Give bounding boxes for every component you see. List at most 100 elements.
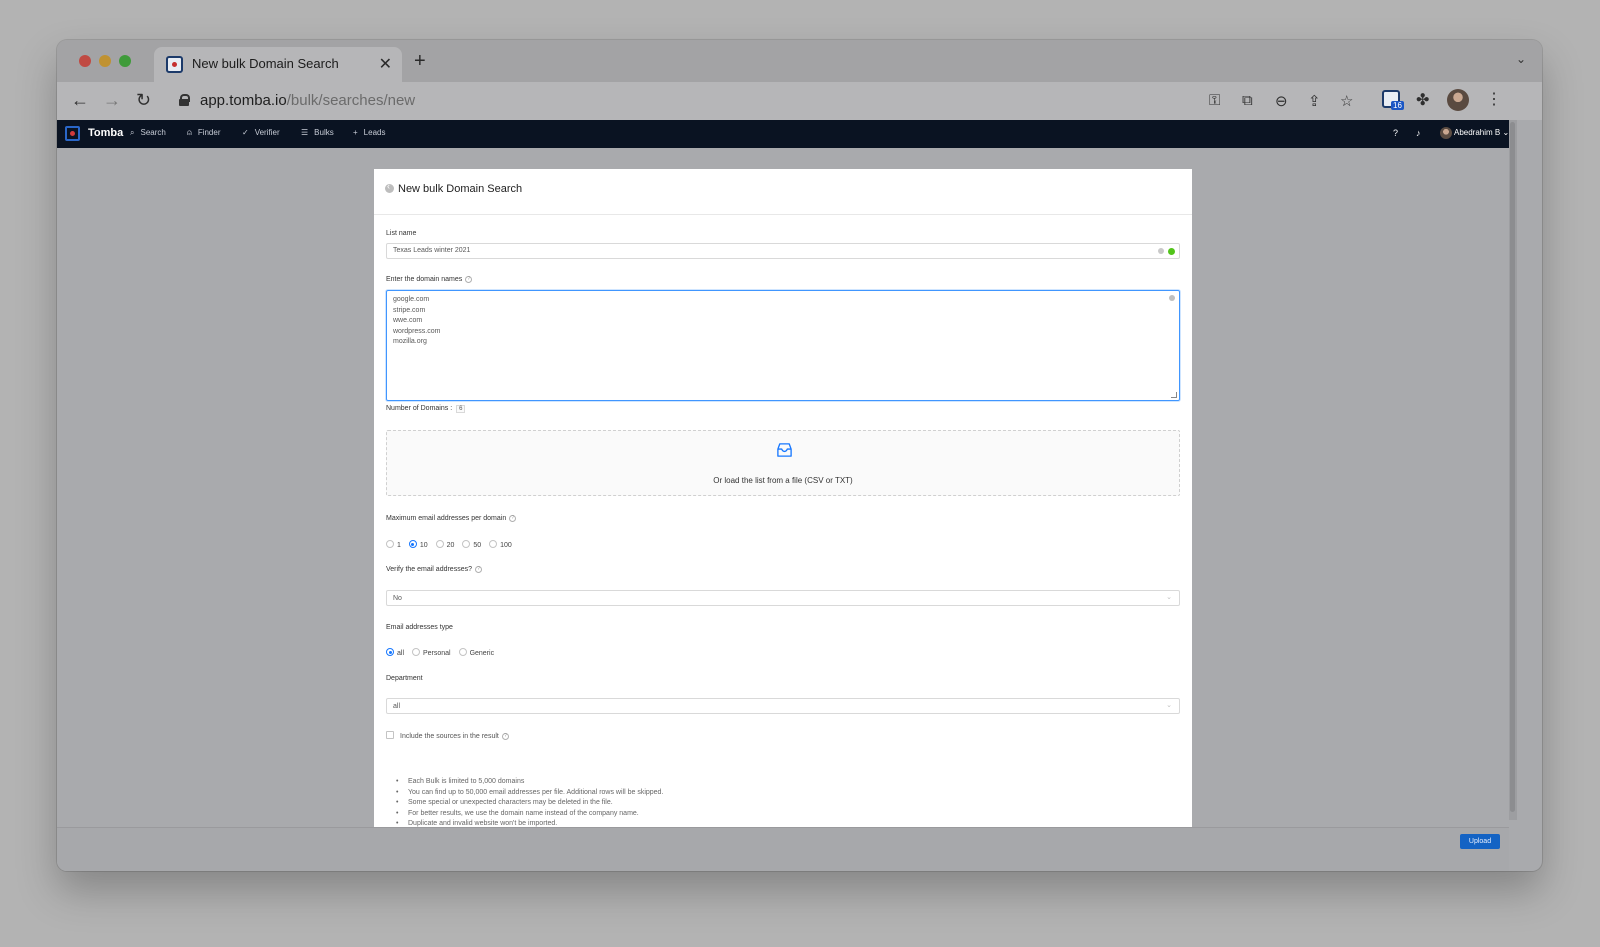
bell-icon[interactable]: ♪ [1416,128,1421,138]
nav-verifier[interactable]: ✓ Verifier [242,128,280,137]
bulk-search-form: New bulk Domain Search List name Texas L… [374,169,1192,831]
profile-avatar[interactable] [1447,89,1469,111]
browser-toolbar: ← → ↻ app.tomba.io/bulk/searches/new ⚿ ⧉… [57,82,1542,120]
tab-title: New bulk Domain Search [192,56,339,71]
list-name-input[interactable]: Texas Leads winter 2021 [386,243,1180,259]
browser-tab[interactable]: New bulk Domain Search ✕ [154,47,402,82]
domain-count-badge: 6 [456,405,466,413]
user-menu[interactable]: Abedrahim B ⌄ [1454,128,1509,137]
form-header: New bulk Domain Search [374,169,1192,215]
reload-icon[interactable]: ↻ [136,90,151,111]
clear-textarea-icon[interactable] [1169,295,1175,301]
zoom-icon[interactable]: ⊖ [1275,92,1288,110]
upload-hint: Or load the list from a file (CSV or TXT… [713,476,853,485]
verify-value: No [393,595,402,602]
extensions-puzzle-icon[interactable]: ✤ [1416,90,1429,110]
list-item: You can find up to 50,000 email addresse… [396,788,663,799]
domain-line: wwe.com [393,317,423,325]
list-name-label: List name [386,230,417,237]
address-bar[interactable]: app.tomba.io/bulk/searches/new ⚿ ⧉ ⊖ ⇪ ☆ [169,86,1364,116]
back-icon[interactable] [385,181,394,193]
info-icon[interactable]: ? [465,276,473,283]
tomba-favicon-icon [166,56,183,73]
share-icon[interactable]: ⇪ [1308,92,1321,110]
radio-all[interactable]: all [386,648,404,657]
bulk-notes-list: Each Bulk is limited to 5,000 domains Yo… [396,777,663,830]
brand-name[interactable]: Tomba [88,127,123,139]
chevron-down-icon: ⌄ [1166,594,1172,601]
domains-label: Enter the domain names? [386,276,473,283]
extension-badge: 16 [1391,101,1404,110]
tomba-extension-icon[interactable]: 16 [1382,90,1404,110]
close-tab-icon[interactable]: ✕ [379,54,392,74]
search-icon: ⌕ [130,128,135,137]
tab-strip: New bulk Domain Search ✕ + ⌄ [57,40,1542,82]
department-select[interactable]: all ⌄ [386,698,1180,714]
include-sources-checkbox[interactable]: Include the sources in the result? [386,731,509,740]
file-upload-dropzone[interactable]: Or load the list from a file (CSV or TXT… [386,430,1180,496]
check-icon: ✓ [242,128,249,137]
bookmark-star-icon[interactable]: ☆ [1340,92,1353,110]
verify-select[interactable]: No ⌄ [386,590,1180,606]
verify-label: Verify the email addresses?? [386,566,482,573]
plus-icon: + [353,128,358,137]
close-window-button[interactable] [79,55,91,67]
radio-1[interactable]: 1 [386,540,401,549]
domain-line: wordpress.com [393,327,441,335]
user-icon: ⍝ [187,128,192,137]
radio-personal[interactable]: Personal [411,648,451,657]
maximize-window-button[interactable] [119,55,131,67]
list-item: For better results, we use the domain na… [396,809,663,820]
clear-input-icon[interactable] [1158,248,1164,254]
resize-handle[interactable] [1171,392,1177,398]
info-icon[interactable]: ? [475,566,482,573]
radio-100[interactable]: 100 [489,540,512,549]
chevron-down-icon: ⌄ [1166,702,1172,709]
domain-line: mozilla.org [393,338,427,346]
key-icon[interactable]: ⚿ [1209,92,1220,109]
browser-menu-icon[interactable]: ⋮ [1486,89,1502,109]
user-avatar[interactable] [1440,127,1452,139]
form-footer: Upload [57,827,1509,871]
domain-line: google.com [393,296,430,303]
max-emails-label: Maximum email addresses per domain? [386,515,517,522]
page-scrollbar[interactable] [1509,120,1517,820]
list-item: Each Bulk is limited to 5,000 domains [396,777,663,788]
domain-line: stripe.com [393,306,426,314]
help-icon[interactable]: ? [1393,128,1398,138]
open-external-icon[interactable]: ⧉ [1242,92,1253,109]
tab-search-chevron-icon[interactable]: ⌄ [1516,52,1526,66]
lock-icon [179,94,190,106]
url-text: app.tomba.io/bulk/searches/new [200,92,416,109]
back-arrow-icon[interactable]: ← [71,90,89,111]
domains-textarea[interactable]: google.com stripe.com wwe.com wordpress.… [386,290,1180,401]
checkbox[interactable] [386,731,394,739]
domain-count: Number of Domains :6 [386,405,466,413]
forward-arrow-icon[interactable]: → [103,90,121,111]
nav-leads[interactable]: + Leads [353,128,385,137]
max-emails-radio-group: 1 10 20 50 100 [386,540,518,549]
app-navbar: Tomba ⌕ Search ⍝ Finder ✓ Verifier ☰ Bulks +… [57,120,1509,148]
tomba-logo-icon[interactable] [65,126,80,141]
valid-check-icon [1168,248,1175,255]
radio-20[interactable]: 20 [435,540,454,549]
browser-window: New bulk Domain Search ✕ + ⌄ ← → ↻ app.t… [57,40,1542,871]
email-type-radio-group: all Personal Generic [386,648,500,657]
nav-bulks[interactable]: ☰ Bulks [301,128,334,137]
list-icon: ☰ [301,128,309,137]
radio-50[interactable]: 50 [462,540,481,549]
radio-generic[interactable]: Generic [458,648,494,657]
nav-finder[interactable]: ⍝ Finder [187,128,221,138]
info-icon[interactable]: ? [509,515,517,522]
list-name-value: Texas Leads winter 2021 [393,247,471,254]
upload-button[interactable]: Upload [1460,834,1500,849]
list-item: Some special or unexpected characters ma… [396,798,663,809]
info-icon[interactable]: ? [501,733,509,740]
page-title: New bulk Domain Search [398,183,523,195]
department-value: all [393,703,401,710]
scrollbar-thumb[interactable] [1510,122,1515,812]
nav-search[interactable]: ⌕ Search [130,128,166,138]
radio-10[interactable]: 10 [408,540,428,549]
new-tab-button[interactable]: + [414,50,426,73]
minimize-window-button[interactable] [99,55,111,67]
